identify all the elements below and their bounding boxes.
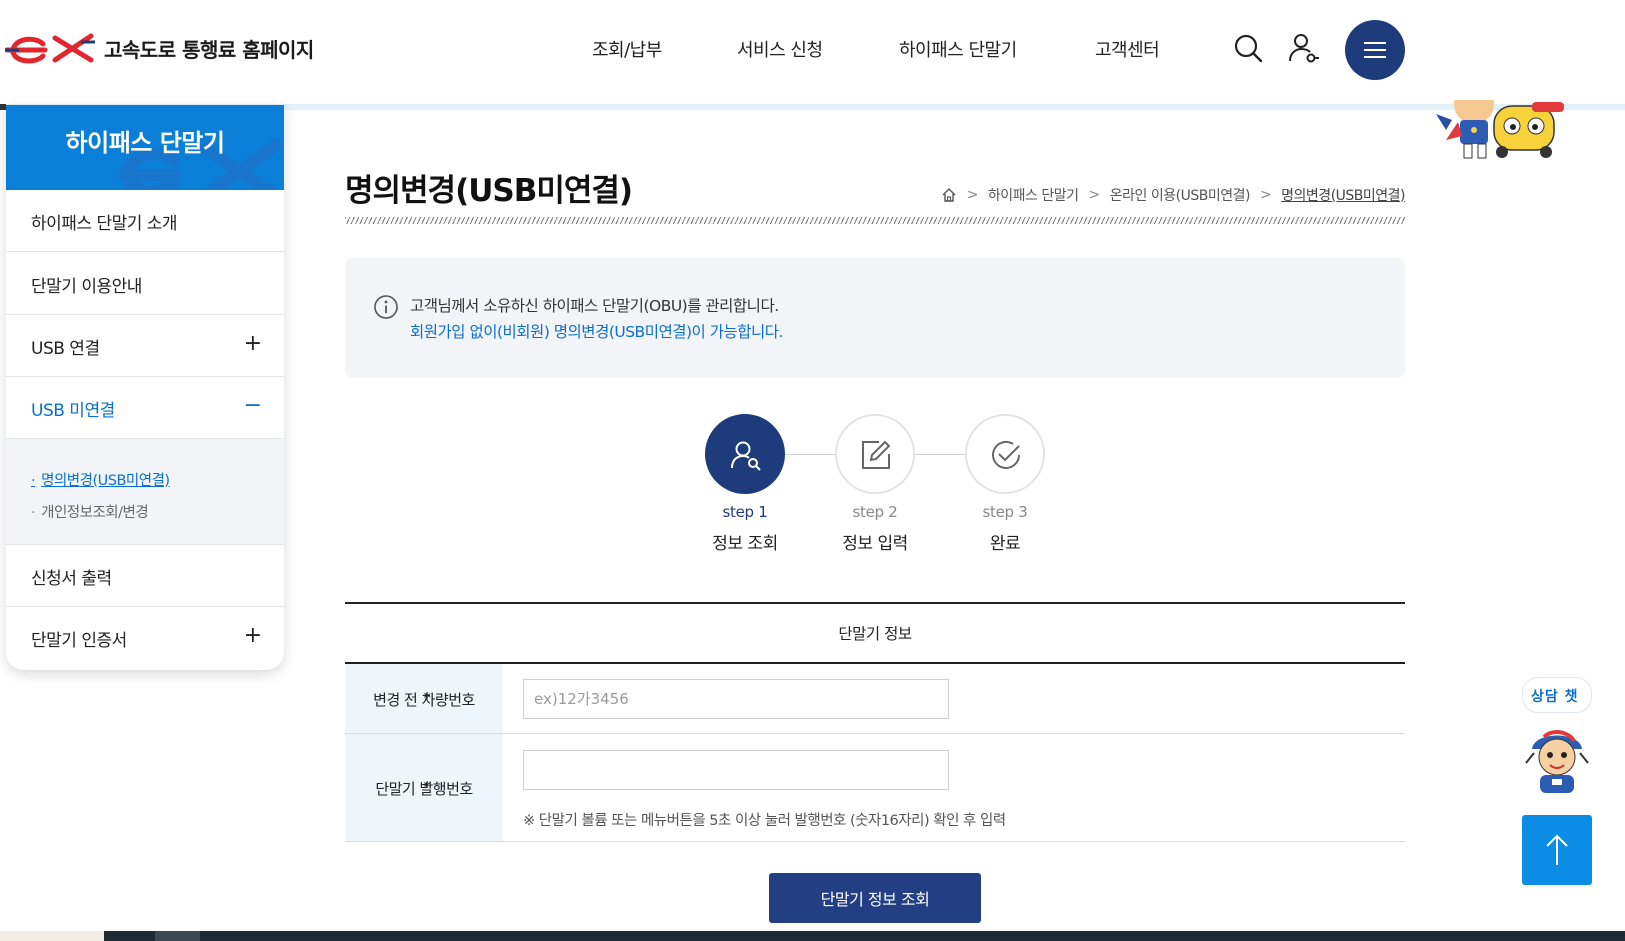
mascot-illustration xyxy=(1436,100,1564,159)
step-3-indicator xyxy=(965,414,1045,494)
vehicle-number-input[interactable] xyxy=(523,679,949,719)
device-info-lookup-button[interactable]: 단말기 정보 조회 xyxy=(769,873,981,923)
nav-customer-center[interactable]: 고객센터 xyxy=(1095,36,1160,62)
sidebar-item-usb-disconnected[interactable]: USB 미연결 − xyxy=(6,377,284,439)
step-2-indicator xyxy=(835,414,915,494)
arrow-up-icon xyxy=(1546,834,1568,865)
submenu-label: 명의변경(USB미연결) xyxy=(41,473,170,489)
expand-plus-icon[interactable]: + xyxy=(244,333,262,355)
os-taskbar xyxy=(0,931,1625,941)
chevron-right-icon: > xyxy=(1088,187,1101,203)
sidebar-item-label: 단말기 이용안내 xyxy=(31,277,142,297)
table-header-cell: 변경 전 차량번호 * xyxy=(345,664,503,733)
check-circle-icon xyxy=(992,441,1020,469)
menu-icon-bar xyxy=(1364,56,1386,58)
scroll-to-top-button[interactable] xyxy=(1522,815,1592,885)
chevron-right-icon: > xyxy=(1259,187,1272,203)
step-1-number: step 1 xyxy=(722,503,768,521)
user-login-icon[interactable] xyxy=(1285,30,1321,66)
menu-icon-bar xyxy=(1364,42,1386,44)
expand-plus-icon[interactable]: + xyxy=(244,625,262,647)
breadcrumb: > 하이패스 단말기 > 온라인 이용(USB미연결) > 명의변경(USB미연… xyxy=(941,185,1405,205)
table-row-vehicle-number: 변경 전 차량번호 * xyxy=(345,664,1405,734)
chevron-right-icon: > xyxy=(966,187,979,203)
info-icon xyxy=(374,295,398,319)
step-3-label: 완료 xyxy=(989,534,1021,554)
sidebar-item-device-guide[interactable]: 단말기 이용안내 xyxy=(6,253,284,315)
sidebar-item-label: 단말기 인증서 xyxy=(31,631,127,651)
breadcrumb-current[interactable]: 명의변경(USB미연결) xyxy=(1281,185,1405,205)
step-1-indicator xyxy=(705,414,785,494)
taskbar-app[interactable] xyxy=(155,931,200,941)
sidebar-item-label: USB 연결 xyxy=(31,339,100,359)
required-mark: * xyxy=(423,778,432,796)
sidebar-item-label: USB 미연결 xyxy=(31,401,115,421)
step-2-label: 정보 입력 xyxy=(842,534,908,554)
ex-logo-icon[interactable] xyxy=(5,30,95,66)
home-icon[interactable] xyxy=(941,187,957,203)
step-3-number: step 3 xyxy=(982,503,1028,521)
chatbot-label: 상담 챗 xyxy=(1531,689,1579,705)
step-connector xyxy=(784,454,838,455)
search-icon[interactable] xyxy=(1230,30,1266,66)
breadcrumb-item[interactable]: 하이패스 단말기 xyxy=(988,185,1079,205)
taskbar-app[interactable] xyxy=(0,931,104,941)
breadcrumb-item[interactable]: 온라인 이용(USB미연결) xyxy=(1110,185,1251,205)
sidebar-item-usb-connected[interactable]: USB 연결 + xyxy=(6,315,284,377)
sidebar-item-print-form[interactable]: 신청서 출력 xyxy=(6,545,284,607)
device-issue-number-input[interactable] xyxy=(523,750,949,790)
bullet-icon: · xyxy=(31,473,36,489)
nav-inquiry-payment[interactable]: 조회/납부 xyxy=(592,36,662,62)
collapse-minus-icon[interactable]: − xyxy=(244,395,262,417)
table-row-device-issue-number: 단말기 발행번호 * ※ 단말기 볼륨 또는 메뉴버튼을 5초 이상 눌러 발행번… xyxy=(345,734,1405,842)
submenu-name-change[interactable]: · 명의변경(USB미연결) xyxy=(31,469,170,490)
sidebar-item-label: 하이패스 단말기 소개 xyxy=(31,214,178,234)
step-1-label: 정보 조회 xyxy=(712,534,778,554)
table-caption: 단말기 정보 xyxy=(838,625,912,643)
sidebar-item-label: 신청서 출력 xyxy=(31,569,112,589)
nav-hipass-device[interactable]: 하이패스 단말기 xyxy=(899,36,1017,62)
sidebar-header: 하이패스 단말기 xyxy=(6,105,284,190)
submenu-personal-info[interactable]: · 개인정보조회/변경 xyxy=(31,501,149,522)
sidebar: 하이패스 단말기 하이패스 단말기 소개 단말기 이용안내 USB 연결 + U… xyxy=(6,105,284,670)
chatbot-bubble[interactable]: 상담 챗 xyxy=(1522,677,1592,713)
step-connector xyxy=(914,454,968,455)
table-header-cell: 단말기 발행번호 * xyxy=(345,734,503,841)
nav-service-application[interactable]: 서비스 신청 xyxy=(737,36,823,62)
table-top-border xyxy=(345,602,1405,604)
notice-highlight-text: 회원가입 없이(비회원) 명의변경(USB미연결)이 가능합니다. xyxy=(410,323,783,341)
required-mark: * xyxy=(423,689,432,707)
edit-icon xyxy=(862,440,891,469)
sidebar-item-device-certificate[interactable]: 단말기 인증서 + xyxy=(6,607,284,669)
user-search-icon xyxy=(731,441,761,471)
notice-text: 고객님께서 소유하신 하이패스 단말기(OBU)를 관리합니다. xyxy=(410,297,779,315)
sidebar-submenu: · 명의변경(USB미연결) · 개인정보조회/변경 xyxy=(6,439,284,545)
sidebar-item-device-intro[interactable]: 하이패스 단말기 소개 xyxy=(6,190,284,252)
menu-button[interactable] xyxy=(1345,20,1405,80)
site-title[interactable]: 고속도로 통행료 홈페이지 xyxy=(104,34,314,63)
step-2-number: step 2 xyxy=(852,503,898,521)
chatbot-mascot-icon[interactable] xyxy=(1522,723,1592,795)
submenu-label: 개인정보조회/변경 xyxy=(41,505,149,521)
field-hint: ※ 단말기 볼륨 또는 메뉴버튼을 5초 이상 눌러 발행번호 (숫자16자리)… xyxy=(523,813,1006,829)
notice-box: 고객님께서 소유하신 하이패스 단말기(OBU)를 관리합니다. 회원가입 없이… xyxy=(345,258,1405,378)
bullet-icon: · xyxy=(31,505,36,521)
menu-icon-bar xyxy=(1364,49,1386,51)
page-title: 명의변경(USB미연결) xyxy=(345,173,633,209)
site-header: 고속도로 통행료 홈페이지 조회/납부 서비스 신청 하이패스 단말기 고객센터 xyxy=(0,0,1625,100)
title-divider xyxy=(345,217,1405,224)
sidebar-title: 하이패스 단말기 xyxy=(65,129,225,157)
